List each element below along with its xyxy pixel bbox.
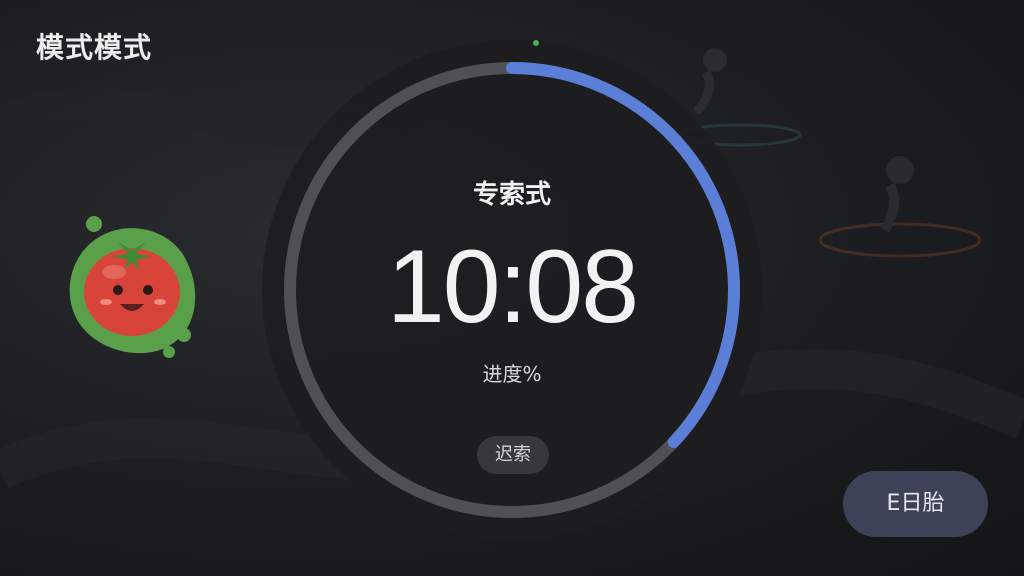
tomato-mascot-icon <box>69 216 196 358</box>
pause-button[interactable]: 迟索 <box>477 436 549 474</box>
timer-display: 10:08 <box>386 229 639 345</box>
mode-label: 专索式 <box>472 180 551 210</box>
progress-label: 进度% <box>482 362 542 386</box>
primary-action-button[interactable]: E日胎 <box>843 471 988 537</box>
page-title: 模式模式 <box>36 31 153 64</box>
timer-dial: 专索式 10:08 进度% 迟索 <box>262 40 762 540</box>
progress-indicator-dot <box>533 40 539 46</box>
